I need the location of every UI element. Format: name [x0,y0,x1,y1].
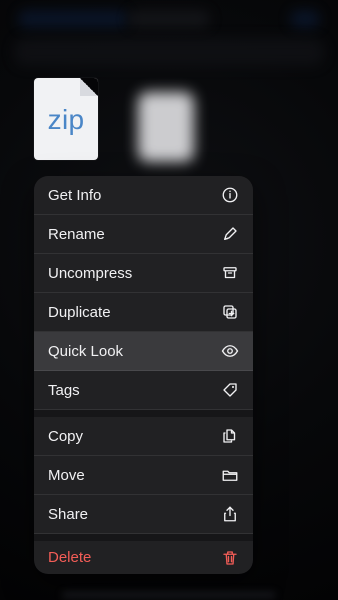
tags-item[interactable]: Tags [34,371,253,410]
duplicate-icon [221,303,239,321]
files-screen: zip Get Info Rename Uncompress Duplicate… [0,0,338,600]
menu-separator [34,410,253,417]
info-icon [221,186,239,204]
copy-item[interactable]: Copy [34,417,253,456]
uncompress-label: Uncompress [48,264,133,282]
zip-file-extension-label: zip [47,104,85,135]
rename-label: Rename [48,225,105,243]
menu-separator [34,534,253,541]
move-label: Move [48,466,85,484]
uncompress-item[interactable]: Uncompress [34,254,253,293]
tags-label: Tags [48,381,80,399]
duplicate-item[interactable]: Duplicate [34,293,253,332]
blurred-search-bar [14,38,324,66]
get-info-label: Get Info [48,186,102,204]
move-item[interactable]: Move [34,456,253,495]
rename-item[interactable]: Rename [34,215,253,254]
blurred-home-indicator [62,592,276,598]
quick-look-label: Quick Look [48,342,124,360]
eye-icon [221,342,239,360]
delete-label: Delete [48,549,92,566]
context-menu: Get Info Rename Uncompress Duplicate Qui… [34,176,253,574]
tag-icon [221,381,239,399]
blurred-title [128,10,210,28]
blurred-top-left-control [18,10,128,28]
delete-item[interactable]: Delete [34,541,253,574]
quick-look-item[interactable]: Quick Look [34,332,253,371]
share-label: Share [48,505,89,523]
get-info-item[interactable]: Get Info [34,176,253,215]
trash-icon [221,549,239,567]
archive-icon [221,264,239,282]
blurred-top-right-control [290,10,320,28]
copy-icon [221,427,239,445]
share-icon [221,505,239,523]
pencil-icon [221,225,239,243]
folder-icon [221,466,239,484]
copy-label: Copy [48,427,84,445]
duplicate-label: Duplicate [48,303,111,321]
zip-file-thumbnail[interactable]: zip [34,78,98,160]
blurred-file-thumbnail [138,92,194,162]
share-item[interactable]: Share [34,495,253,534]
